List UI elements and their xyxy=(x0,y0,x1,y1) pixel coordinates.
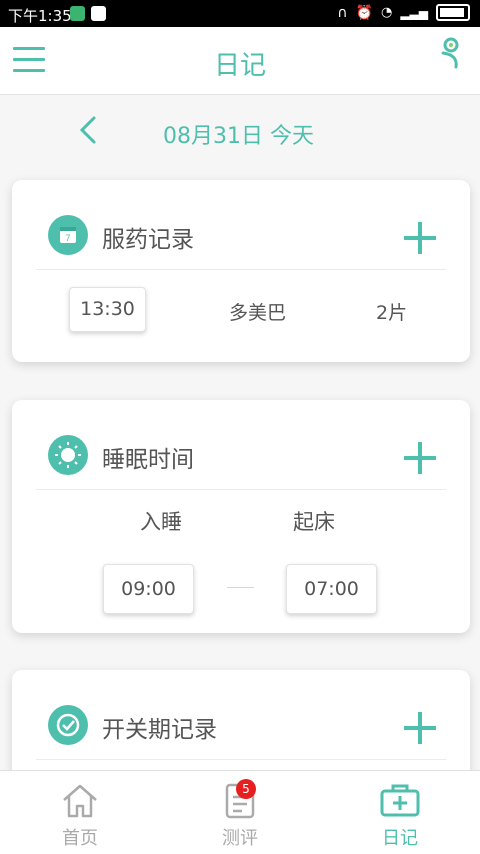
status-bar: 下午1:35 ∩ ⏰ ◔ ▂▃▅ xyxy=(0,0,480,27)
sleep-card-header: 睡眠时间 xyxy=(36,400,446,490)
sleep-time-field[interactable]: 09:00 xyxy=(103,564,194,614)
medication-time-field[interactable]: 13:30 xyxy=(69,287,146,332)
chevron-left-icon[interactable] xyxy=(74,114,102,146)
wifi-icon: ◔ xyxy=(380,5,393,20)
tab-diary[interactable]: 日记 xyxy=(320,771,480,854)
page-title: 日记 xyxy=(213,51,266,81)
sleep-card-title: 睡眠时间 xyxy=(102,447,194,473)
add-medication-button[interactable] xyxy=(404,222,436,254)
add-sleep-button[interactable] xyxy=(404,442,436,474)
home-icon xyxy=(63,784,97,818)
shield-app-icon xyxy=(70,6,85,21)
medication-card: 7 服药记录 13:30 多美巴 2片 xyxy=(12,180,470,362)
medical-kit-icon xyxy=(380,784,420,817)
sleep-card: 睡眠时间 入睡 起床 09:00 07:00 xyxy=(12,400,470,633)
sun-icon xyxy=(48,435,88,475)
tab-assessment-label: 测评 xyxy=(222,828,258,849)
onoff-card-title: 开关期记录 xyxy=(102,717,217,743)
medication-dose: 2片 xyxy=(376,302,408,324)
wake-time-field[interactable]: 07:00 xyxy=(286,564,377,614)
sleep-label: 入睡 xyxy=(140,510,182,534)
alarm-icon: ⏰ xyxy=(355,4,373,21)
tab-diary-label: 日记 xyxy=(382,828,418,849)
date-label[interactable]: 08月31日 今天 xyxy=(163,118,314,150)
notification-badge: 5 xyxy=(236,779,256,799)
add-onoff-button[interactable] xyxy=(404,712,436,744)
tab-home-label: 首页 xyxy=(62,828,98,849)
calendar-icon: 7 xyxy=(48,215,88,255)
medication-drug-name: 多美巴 xyxy=(229,302,287,324)
profile-icon[interactable] xyxy=(438,35,466,71)
signal-icon: ▂▃▅ xyxy=(400,5,428,20)
date-navigator: 08月31日 今天 xyxy=(0,94,480,172)
headphone-icon: ∩ xyxy=(337,4,348,21)
medication-card-title: 服药记录 xyxy=(102,227,194,253)
medication-card-header: 7 服药记录 xyxy=(36,180,446,270)
wake-label: 起床 xyxy=(293,510,335,534)
check-circle-icon xyxy=(48,705,88,745)
qq-app-icon xyxy=(91,6,106,21)
svg-text:7: 7 xyxy=(65,233,70,243)
status-time: 下午1:35 xyxy=(8,7,72,25)
time-range-separator xyxy=(227,587,254,588)
tab-home[interactable]: 首页 xyxy=(0,771,160,854)
onoff-card-header: 开关期记录 xyxy=(36,670,446,760)
app-bar: 日记 xyxy=(0,27,480,95)
battery-icon xyxy=(436,4,470,21)
